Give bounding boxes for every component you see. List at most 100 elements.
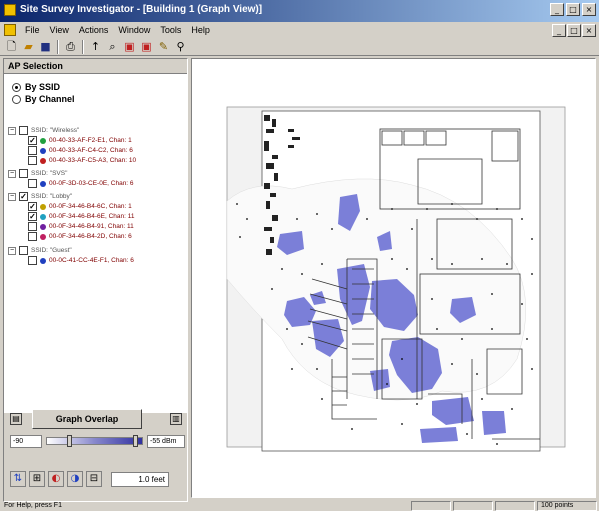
- ap-row[interactable]: 00-0C-41-CC-4E-F1, Chan: 6: [28, 256, 134, 265]
- ap-label: 00-0F-3D-03-CE-0E, Chan: 6: [49, 180, 134, 187]
- status-cell: [453, 500, 493, 511]
- ap-color-dot: [40, 223, 46, 230]
- maximize-button[interactable]: □: [566, 3, 580, 16]
- doc-restore-button[interactable]: □: [567, 24, 581, 37]
- radio-by-ssid[interactable]: By SSID: [12, 82, 60, 92]
- ssid-checkbox[interactable]: [19, 246, 28, 255]
- scale-field[interactable]: 1.0 feet: [111, 471, 169, 487]
- collapse-icon[interactable]: −: [8, 169, 16, 178]
- menu-window[interactable]: Window: [115, 25, 153, 35]
- ap-row[interactable]: 00-0F-34-46-B4-91, Chan: 11: [28, 222, 134, 231]
- ap-color-dot: [40, 233, 46, 240]
- chart-icon[interactable]: ⊞: [29, 471, 45, 487]
- doc-close-button[interactable]: ×: [582, 24, 596, 37]
- slider-thumb-low[interactable]: [67, 435, 72, 447]
- slider-thumb-high[interactable]: [133, 435, 138, 447]
- close-button[interactable]: ×: [582, 3, 596, 16]
- signal-icon[interactable]: ⇅: [10, 471, 26, 487]
- panel-header: AP Selection: [8, 61, 63, 71]
- ap-color-dot: [40, 157, 46, 164]
- ssid-group-row[interactable]: − SSID: "Wireless": [8, 126, 79, 135]
- collapse-icon[interactable]: −: [8, 126, 16, 135]
- measure-icon[interactable]: ⊟: [86, 471, 102, 487]
- ssid-label: SSID: "SVS": [31, 170, 68, 177]
- ssid-checkbox[interactable]: [19, 169, 28, 178]
- range-high-field[interactable]: -55 dBm: [147, 435, 185, 448]
- menu-help[interactable]: Help: [188, 25, 213, 35]
- pencil-icon[interactable]: ✎: [156, 39, 171, 54]
- coverage-icon[interactable]: ◑: [67, 471, 83, 487]
- radio-by-channel[interactable]: By Channel: [12, 94, 75, 104]
- map-icon[interactable]: ▣: [139, 39, 154, 54]
- radio-ssid-label: By SSID: [25, 82, 61, 92]
- ap-label: 00-40-33-AF-C4-C2, Chan: 6: [49, 147, 133, 154]
- options-icon[interactable]: ▥: [170, 413, 182, 425]
- ap-row[interactable]: ✓ 00-0F-34-46-B4-6E, Chan: 11: [28, 212, 135, 221]
- ssid-group-row[interactable]: − SSID: "SVS": [8, 169, 67, 178]
- ap-row[interactable]: ✓ 00-40-33-AF-F2-E1, Chan: 1: [28, 136, 132, 145]
- collapse-icon[interactable]: −: [8, 192, 16, 201]
- ap-checkbox[interactable]: [28, 222, 37, 231]
- new-icon[interactable]: 🗋: [4, 39, 19, 54]
- window-controls: _ □ ×: [550, 3, 596, 16]
- ssid-group-row[interactable]: − SSID: "Guest": [8, 246, 72, 255]
- bottom-toolbar: ⇅ ⊞ ◐ ◑ ⊟ 1.0 feet: [10, 469, 185, 489]
- doc-minimize-button[interactable]: _: [552, 24, 566, 37]
- ap-label: 00-0F-34-46-B4-6C, Chan: 1: [49, 203, 132, 210]
- floorplan-map[interactable]: [192, 59, 595, 497]
- ap-checkbox[interactable]: [28, 179, 37, 188]
- menu-actions[interactable]: Actions: [76, 25, 112, 35]
- status-bar: For Help, press F1 100 points: [0, 500, 599, 511]
- ap-label: 00-40-33-AF-F2-E1, Chan: 1: [49, 137, 132, 144]
- pointer-icon[interactable]: ⚲: [173, 39, 188, 54]
- ssid-group-row[interactable]: − ✓ SSID: "Lobby": [8, 192, 72, 201]
- zoom-icon[interactable]: ⌕: [105, 39, 120, 54]
- minimize-button[interactable]: _: [550, 3, 564, 16]
- ap-color-dot: [40, 147, 46, 154]
- save-icon[interactable]: ■: [38, 39, 53, 54]
- toolbar: 🗋 ▰ ■ ⎙ ↑ ⌕ ▣ ▣ ✎ ⚲: [0, 38, 599, 56]
- ap-checkbox[interactable]: [28, 256, 37, 265]
- grid-icon[interactable]: ▣: [122, 39, 137, 54]
- ap-row[interactable]: 00-0F-3D-03-CE-0E, Chan: 6: [28, 179, 134, 188]
- status-cell: [411, 500, 451, 511]
- ap-row[interactable]: 00-0F-34-46-B4-2D, Chan: 6: [28, 232, 132, 241]
- ap-color-dot: [40, 180, 46, 187]
- legend-icon[interactable]: ▤: [10, 413, 22, 425]
- ap-checkbox[interactable]: [28, 146, 37, 155]
- menu-view[interactable]: View: [47, 25, 72, 35]
- signal-gradient-slider[interactable]: [46, 435, 143, 447]
- document-icon[interactable]: [4, 24, 16, 36]
- arrow-icon[interactable]: ↑: [88, 39, 103, 54]
- ssid-checkbox[interactable]: [19, 126, 28, 135]
- status-cell: [495, 500, 535, 511]
- ap-label: 00-0F-34-46-B4-6E, Chan: 11: [49, 213, 135, 220]
- ap-row[interactable]: 00-40-33-AF-C5-A3, Chan: 10: [28, 156, 136, 165]
- ap-checkbox[interactable]: ✓: [28, 212, 37, 221]
- window-title: Site Survey Investigator - [Building 1 (…: [20, 4, 263, 15]
- ap-color-dot: [40, 257, 46, 264]
- ap-checkbox[interactable]: [28, 156, 37, 165]
- menu-tools[interactable]: Tools: [157, 25, 184, 35]
- ssid-label: SSID: "Guest": [31, 247, 72, 254]
- toolbar-separator: [82, 39, 84, 54]
- app-icon: [4, 4, 16, 16]
- open-icon[interactable]: ▰: [21, 39, 36, 54]
- menu-file[interactable]: File: [22, 25, 43, 35]
- ap-list: By SSID By Channel − SSID: "Wireless" ✓ …: [4, 73, 187, 413]
- ap-label: 00-0C-41-CC-4E-F1, Chan: 6: [49, 257, 134, 264]
- ap-checkbox[interactable]: ✓: [28, 136, 37, 145]
- title-bar: Site Survey Investigator - [Building 1 (…: [0, 0, 599, 22]
- print-icon[interactable]: ⎙: [63, 39, 78, 54]
- ap-row[interactable]: 00-40-33-AF-C4-C2, Chan: 6: [28, 146, 133, 155]
- collapse-icon[interactable]: −: [8, 246, 16, 255]
- toolbar-separator: [57, 39, 59, 54]
- graph-overlap-button[interactable]: Graph Overlap: [32, 409, 142, 429]
- graph-view[interactable]: [191, 58, 596, 498]
- ap-checkbox[interactable]: ✓: [28, 202, 37, 211]
- ap-row[interactable]: ✓ 00-0F-34-46-B4-6C, Chan: 1: [28, 202, 132, 211]
- color-wheel-icon[interactable]: ◐: [48, 471, 64, 487]
- ap-checkbox[interactable]: [28, 232, 37, 241]
- range-low-field[interactable]: -90: [10, 435, 42, 448]
- ssid-checkbox[interactable]: ✓: [19, 192, 28, 201]
